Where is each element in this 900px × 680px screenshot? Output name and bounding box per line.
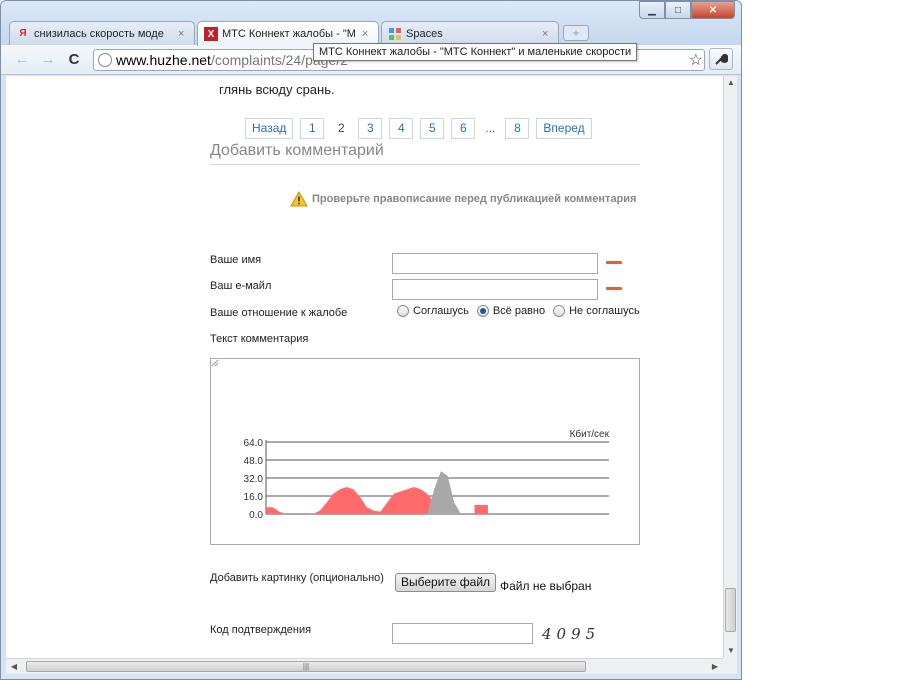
chart-unit-label: Кбит/сек xyxy=(570,428,610,440)
forward-button[interactable]: → xyxy=(39,51,57,69)
comment-textarea[interactable]: 64.0 48.0 32.0 16.0 0.0 Кбит/сек xyxy=(210,358,640,545)
vertical-scroll-thumb[interactable] xyxy=(725,588,736,632)
horizontal-scrollbar[interactable]: ◀ ||| ▶ xyxy=(6,658,723,674)
page-prev-link[interactable]: Назад xyxy=(245,118,294,139)
new-tab-button[interactable]: + xyxy=(563,25,589,41)
name-label: Ваше имя xyxy=(210,254,262,266)
chart-series-block xyxy=(474,505,488,514)
window-controls: ▁ □ ✕ xyxy=(639,1,735,19)
huzhe-icon: X xyxy=(204,27,218,41)
page-link-8[interactable]: 8 xyxy=(505,118,530,139)
radio-agree[interactable] xyxy=(397,305,409,317)
page-link-5[interactable]: 5 xyxy=(420,118,445,139)
speed-chart: 64.0 48.0 32.0 16.0 0.0 Кбит/сек xyxy=(244,428,610,521)
chart-y-tick-label: 0.0 xyxy=(249,510,263,521)
image-upload-label: Добавить картинку (опционально) xyxy=(210,572,384,584)
tab-close-icon[interactable]: × xyxy=(362,28,372,40)
scroll-right-icon[interactable]: ▶ xyxy=(707,659,723,675)
required-marker-icon xyxy=(606,287,622,290)
page-link-6[interactable]: 6 xyxy=(451,118,476,139)
attitude-radio-group: Соглашусь Всё равно Не соглашусь xyxy=(397,305,648,317)
chart-y-tick-label: 32.0 xyxy=(244,474,264,485)
chart-y-tick-label: 16.0 xyxy=(244,492,264,503)
email-label: Ваш е-майл xyxy=(210,280,272,292)
scrollbar-corner xyxy=(723,658,737,674)
wrench-menu-icon[interactable] xyxy=(709,48,733,70)
page-link-1[interactable]: 1 xyxy=(300,118,325,139)
pagination: Назад 1 2 3 4 5 6 ... 8 Вперед xyxy=(245,118,599,139)
scroll-left-icon[interactable]: ◀ xyxy=(6,659,22,675)
tab-title: Spaces xyxy=(406,27,443,40)
tab-close-icon[interactable]: × xyxy=(178,28,188,40)
scroll-down-icon[interactable]: ▼ xyxy=(724,644,738,658)
warning-text: Проверьте правописание перед публикацией… xyxy=(312,193,637,205)
radio-disagree[interactable] xyxy=(553,305,566,317)
page-next-link[interactable]: Вперед xyxy=(536,118,592,139)
scroll-up-icon[interactable]: ▲ xyxy=(724,76,738,90)
radio-agree-label: Соглашусь xyxy=(413,305,469,317)
close-window-button[interactable]: ✕ xyxy=(691,1,735,19)
radio-neutral-label: Всё равно xyxy=(492,305,546,317)
tab-close-icon[interactable]: × xyxy=(542,28,552,40)
tab-title: снизилась скорость моде xyxy=(34,27,164,40)
radio-disagree-label: Не соглашусь xyxy=(569,305,640,317)
chart-y-tick-label: 48.0 xyxy=(244,456,264,467)
confirmation-code-label: Код подтверждения xyxy=(210,624,312,636)
add-comment-title: Добавить комментарий xyxy=(210,142,640,165)
previous-comment-text: глянь всюду срань. xyxy=(219,82,335,97)
resize-grip-icon[interactable] xyxy=(211,359,219,367)
name-input[interactable] xyxy=(392,253,598,274)
page-ellipsis: ... xyxy=(485,121,496,135)
back-button[interactable]: ← xyxy=(13,51,31,69)
confirmation-code-input[interactable] xyxy=(392,623,533,644)
minimize-button[interactable]: ▁ xyxy=(639,1,665,19)
page-link-3[interactable]: 3 xyxy=(358,118,383,139)
comment-label: Текст комментария xyxy=(210,333,309,345)
page-viewport: глянь всюду срань. Назад 1 2 3 4 5 6 ...… xyxy=(6,76,723,658)
reload-button[interactable]: C xyxy=(65,51,83,69)
page-link-4[interactable]: 4 xyxy=(389,118,414,139)
yandex-icon: Я xyxy=(19,28,27,39)
page-content: глянь всюду срань. Назад 1 2 3 4 5 6 ...… xyxy=(6,76,723,658)
spellcheck-warning: Проверьте правописание перед публикацией… xyxy=(290,191,636,207)
captcha-image: 4095 xyxy=(542,625,601,643)
email-input[interactable] xyxy=(392,279,598,300)
maximize-button[interactable]: □ xyxy=(665,1,691,19)
required-marker-icon xyxy=(606,261,622,264)
horizontal-scroll-thumb[interactable]: ||| xyxy=(26,661,586,672)
globe-icon xyxy=(98,53,112,67)
file-status: Файл не выбран xyxy=(500,579,592,593)
vertical-scrollbar[interactable]: ▲ ▼ xyxy=(723,76,737,658)
tab-title: МТС Коннект жалобы - "М xyxy=(222,28,356,40)
tab-yandex[interactable]: Я снизилась скорость моде × xyxy=(9,21,195,45)
spaces-icon xyxy=(388,27,402,41)
title-bar: Я снизилась скорость моде × X МТС Коннек… xyxy=(1,1,741,46)
browser-window: Я снизилась скорость моде × X МТС Коннек… xyxy=(0,0,742,680)
radio-neutral[interactable] xyxy=(476,305,489,317)
url-domain: www.huzhe.net xyxy=(116,52,211,68)
page-current-2: 2 xyxy=(338,121,345,135)
tab-spaces[interactable]: Spaces × xyxy=(381,21,559,45)
warning-icon xyxy=(290,191,308,207)
choose-file-button[interactable]: Выберите файл xyxy=(395,573,497,592)
bookmark-star-icon[interactable]: ☆ xyxy=(689,50,703,70)
attitude-label: Ваше отношение к жалобе xyxy=(210,307,348,319)
chart-y-tick-label: 64.0 xyxy=(244,438,264,449)
tab-tooltip: МТС Коннект жалобы - "МТС Коннект" и мал… xyxy=(313,43,638,61)
